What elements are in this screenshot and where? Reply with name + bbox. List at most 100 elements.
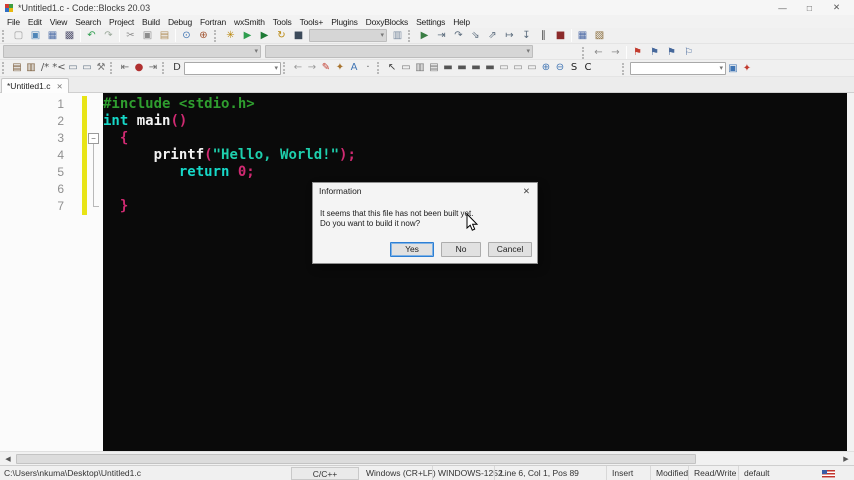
menu-plugins[interactable]: Plugins [327, 17, 361, 27]
menu-tools[interactable]: Tools [269, 17, 296, 27]
nav-back-icon[interactable]: ← [291, 61, 305, 76]
minimize-icon[interactable]: — [769, 0, 796, 15]
debug-continue-icon[interactable]: ▶ [416, 28, 433, 43]
dialog-close-icon[interactable]: ✕ [523, 186, 530, 197]
scope-combobox[interactable]: ▾ [3, 45, 261, 58]
step-into-instruction-icon[interactable]: ↧ [518, 28, 535, 43]
doxyblocks-comment-block-icon[interactable]: /* [38, 61, 52, 76]
menu-fortran[interactable]: Fortran [196, 17, 230, 27]
toggle-bookmark-icon[interactable]: ⚑ [629, 45, 646, 60]
stop-debugger-icon[interactable]: ■ [552, 28, 569, 43]
no-button[interactable]: No [441, 242, 481, 257]
vertical-scrollbar[interactable] [847, 93, 854, 451]
menu-edit[interactable]: Edit [24, 17, 46, 27]
doxyblocks-comment-line-icon[interactable]: *< [52, 61, 66, 76]
highlight-pen-icon[interactable]: ✎ [319, 61, 333, 76]
replace-icon[interactable]: ⊕ [195, 28, 212, 43]
jump-back-icon[interactable]: ⇤ [118, 61, 132, 76]
wxsmith-text-icon[interactable]: ▤ [427, 61, 441, 76]
toolbar-gripper[interactable] [162, 62, 167, 74]
wxsmith-frame-icon[interactable]: ▭ [399, 61, 413, 76]
maximize-icon[interactable]: □ [796, 0, 823, 15]
toolbar-gripper[interactable] [377, 62, 382, 74]
spellcheck-icon[interactable]: A [347, 61, 361, 76]
code-editor[interactable]: #include <stdio.h> int main() { printf("… [103, 93, 847, 451]
menu-view[interactable]: View [46, 17, 71, 27]
clear-bookmarks-icon[interactable]: ⚐ [680, 45, 697, 60]
menu-file[interactable]: File [3, 17, 24, 27]
undo-icon[interactable]: ↶ [83, 28, 100, 43]
wxsmith-grid-icon[interactable]: ▬ [469, 61, 483, 76]
toolbar-gripper[interactable] [110, 62, 115, 74]
browse-back-icon[interactable]: ← [590, 45, 607, 60]
wxsmith-source-icon[interactable]: S [567, 61, 581, 76]
compile-current-file-icon[interactable]: ▥ [389, 28, 406, 43]
menu-build[interactable]: Build [138, 17, 164, 27]
cut-icon[interactable]: ✂ [122, 28, 139, 43]
menu-doxyblocks[interactable]: DoxyBlocks [362, 17, 412, 27]
horizontal-scrollbar[interactable]: ◀ ▶ [0, 451, 854, 465]
menu-settings[interactable]: Settings [412, 17, 449, 27]
debugging-windows-icon[interactable]: ▦ [574, 28, 591, 43]
break-debugger-icon[interactable]: ∥ [535, 28, 552, 43]
cancel-button[interactable]: Cancel [488, 242, 532, 257]
step-out-icon[interactable]: ⇗ [484, 28, 501, 43]
toolbar-gripper[interactable] [283, 62, 288, 74]
next-instruction-icon[interactable]: ↦ [501, 28, 518, 43]
doxyblocks-config-icon[interactable]: ⚒ [94, 61, 108, 76]
doxyblocks-run-html-icon[interactable]: ▭ [66, 61, 80, 76]
scroll-left-icon[interactable]: ◀ [1, 452, 15, 465]
wxsmith-designer-icon[interactable]: C [581, 61, 595, 76]
occurrences-icon[interactable]: ✦ [333, 61, 347, 76]
doxyblocks-extract-icon[interactable]: ▤ [10, 61, 24, 76]
save-icon[interactable]: ▦ [44, 28, 61, 43]
save-all-icon[interactable]: ▩ [61, 28, 78, 43]
tab-close-icon[interactable]: ✕ [56, 82, 62, 91]
wxsmith-sizer-icon[interactable]: ▬ [455, 61, 469, 76]
next-bookmark-icon[interactable]: ⚑ [663, 45, 680, 60]
yes-button[interactable]: Yes [390, 242, 434, 257]
browse-forward-icon[interactable]: → [607, 45, 624, 60]
open-file-icon[interactable]: ▣ [27, 28, 44, 43]
wxsmith-border3-icon[interactable]: ▭ [525, 61, 539, 76]
fortran-project-icon[interactable]: D [170, 61, 184, 76]
copy-icon[interactable]: ▣ [139, 28, 156, 43]
menu-search[interactable]: Search [71, 17, 105, 27]
wxsmith-border1-icon[interactable]: ▭ [497, 61, 511, 76]
tab-untitled1[interactable]: *Untitled1.c ✕ [1, 78, 69, 93]
function-combobox[interactable]: ▾ [265, 45, 533, 58]
menu-project[interactable]: Project [105, 17, 138, 27]
menu-debug[interactable]: Debug [164, 17, 196, 27]
menu-tools-plus[interactable]: Tools+ [296, 17, 328, 27]
jump-forward-icon[interactable]: ⇥ [146, 61, 160, 76]
zoom-in-icon[interactable]: ⊕ [539, 61, 553, 76]
nav-forward-icon[interactable]: → [305, 61, 319, 76]
various-info-icon[interactable]: ▧ [591, 28, 608, 43]
prev-bookmark-icon[interactable]: ⚑ [646, 45, 663, 60]
doxyblocks-run-chm-icon[interactable]: ▭ [80, 61, 94, 76]
zoom-out-icon[interactable]: ⊖ [553, 61, 567, 76]
menu-wxsmith[interactable]: wxSmith [230, 17, 269, 27]
scroll-right-icon[interactable]: ▶ [839, 452, 853, 465]
wxsmith-image-icon[interactable]: ▥ [413, 61, 427, 76]
redo-icon[interactable]: ↷ [100, 28, 117, 43]
incremental-search-input[interactable]: ▾ [630, 62, 726, 75]
run-to-cursor-icon[interactable]: ⇥ [433, 28, 450, 43]
doxyblocks-extract-all-icon[interactable]: ▥ [24, 61, 38, 76]
incsearch-options-icon[interactable]: ▣ [726, 61, 740, 76]
fortran-jump-combobox[interactable]: ▾ [184, 61, 281, 75]
toolbar-gripper[interactable] [622, 62, 627, 75]
wxsmith-pointer-icon[interactable]: ↖ [385, 61, 399, 76]
rebuild-icon[interactable]: ↻ [273, 28, 290, 43]
paste-icon[interactable]: ▤ [156, 28, 173, 43]
step-into-icon[interactable]: ⇘ [467, 28, 484, 43]
hscroll-thumb[interactable] [16, 454, 696, 464]
wxsmith-panel-icon[interactable]: ▬ [441, 61, 455, 76]
find-icon[interactable]: ⊙ [178, 28, 195, 43]
menu-help[interactable]: Help [449, 17, 474, 27]
toolbar-gripper[interactable] [408, 29, 413, 42]
fold-marker[interactable]: − [88, 133, 99, 144]
build-and-run-icon[interactable]: ▶ [256, 28, 273, 43]
toolbar-gripper[interactable] [2, 29, 7, 42]
build-icon[interactable]: ✳ [222, 28, 239, 43]
